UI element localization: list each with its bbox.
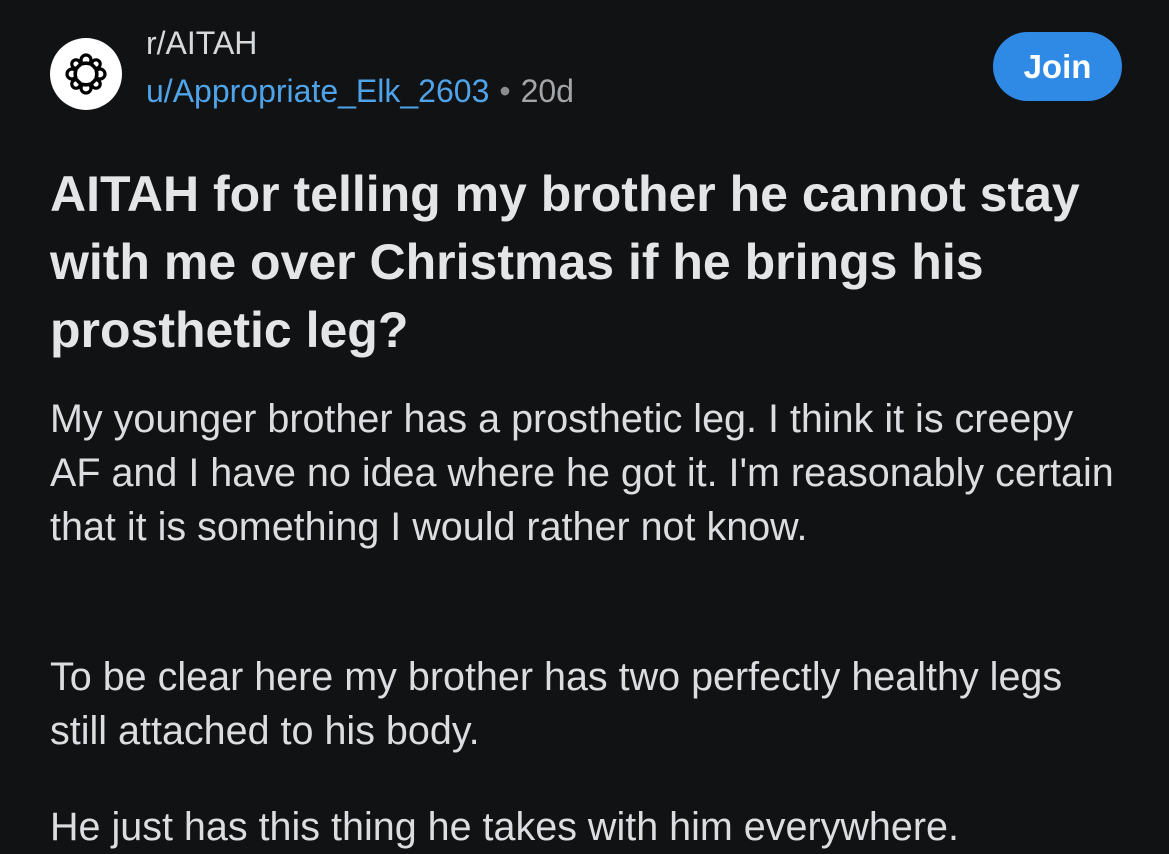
post-header: r/AITAH u/Appropriate_Elk_2603 • 20d Join <box>0 0 1169 120</box>
post-paragraph: My younger brother has a prosthetic leg.… <box>50 397 1114 549</box>
post-age: 20d <box>520 73 574 109</box>
meta-separator: • <box>499 73 511 109</box>
author-username[interactable]: u/Appropriate_Elk_2603 <box>146 73 489 109</box>
post-meta: u/Appropriate_Elk_2603 • 20d <box>146 72 574 110</box>
post-paragraph: He just has this thing he takes with him… <box>50 805 959 849</box>
subreddit-name[interactable]: r/AITAH <box>146 24 257 62</box>
post-title: AITAH for telling my brother he cannot s… <box>50 166 1080 358</box>
post-paragraph: To be clear here my brother has two perf… <box>50 655 1063 753</box>
flower-outline-icon <box>65 53 107 95</box>
subreddit-avatar-icon[interactable] <box>50 38 122 110</box>
join-button[interactable]: Join <box>993 32 1122 101</box>
